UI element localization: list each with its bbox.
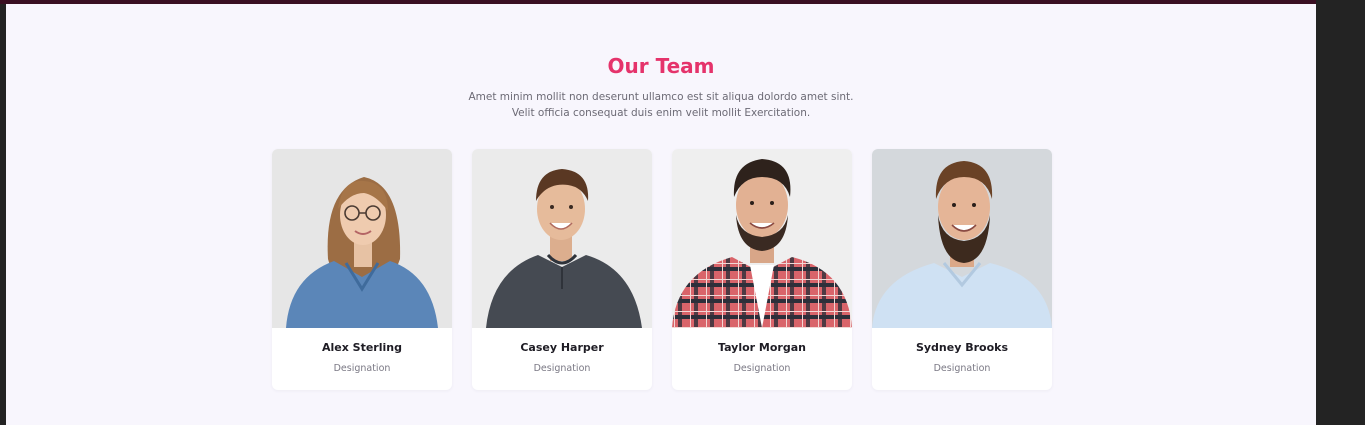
member-name: Sydney Brooks: [915, 341, 1009, 354]
member-name: Alex Sterling: [322, 341, 402, 354]
member-photo: [472, 149, 652, 328]
member-role: Designation: [333, 363, 391, 374]
member-role: Designation: [533, 363, 591, 374]
team-card[interactable]: Taylor Morgan Designation: [672, 149, 852, 390]
section-title: Our Team: [607, 54, 715, 78]
section-description: Amet minim mollit non deserunt ullamco e…: [468, 91, 854, 119]
member-role: Designation: [933, 363, 991, 374]
team-section: Our Team Amet minim mollit non deserunt …: [6, 4, 1316, 425]
member-name: Taylor Morgan: [718, 341, 806, 354]
member-photo: [272, 149, 452, 328]
team-card[interactable]: Casey Harper Designation: [472, 149, 652, 390]
team-card[interactable]: Sydney Brooks Designation: [872, 149, 1052, 390]
member-role: Designation: [733, 363, 791, 374]
member-photo: [672, 149, 852, 328]
member-photo: [872, 149, 1052, 328]
team-grid: Alex Sterling Designation Casey Harper D…: [272, 149, 1052, 390]
member-name: Casey Harper: [520, 341, 604, 354]
team-card[interactable]: Alex Sterling Designation: [272, 149, 452, 390]
